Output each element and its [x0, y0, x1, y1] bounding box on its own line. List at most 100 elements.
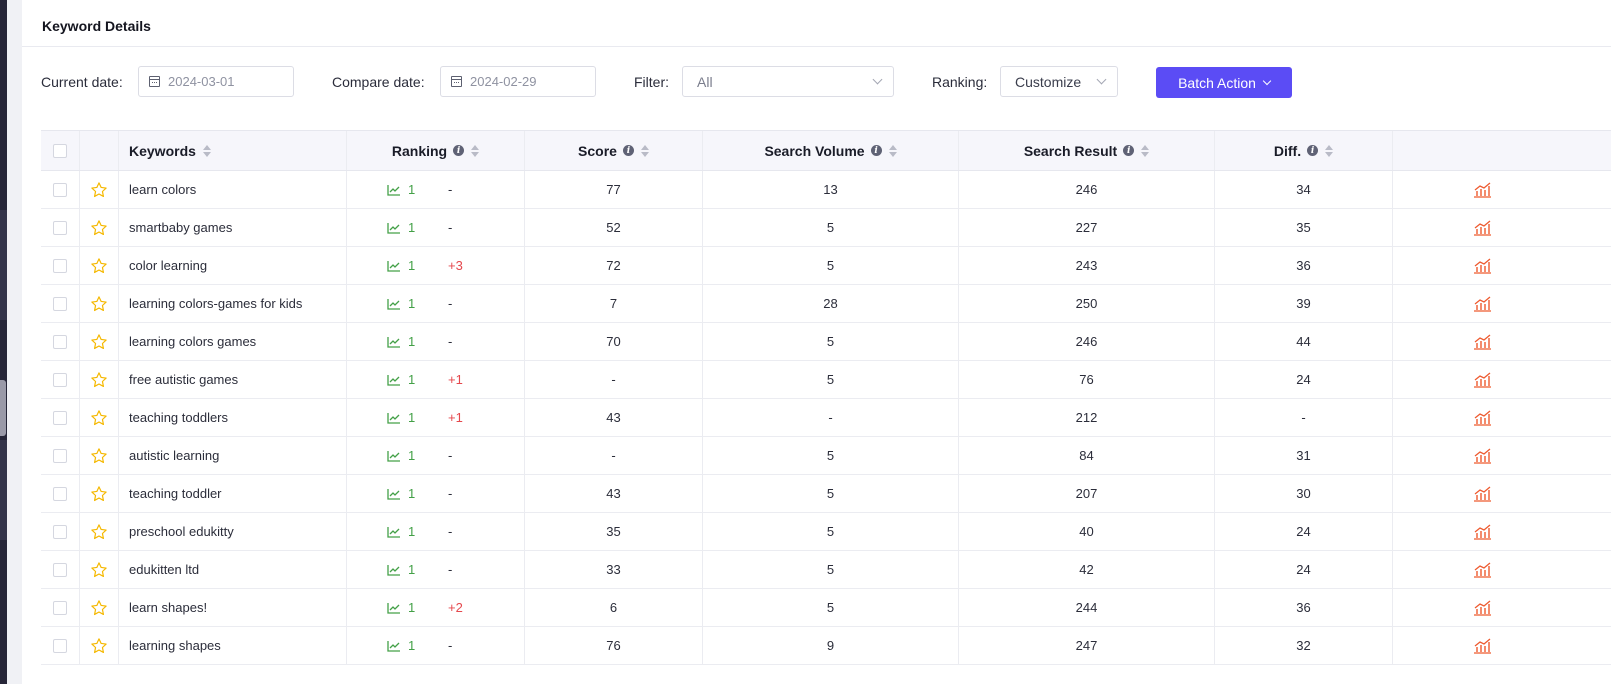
row-score: 6: [525, 589, 703, 626]
bar-line-chart-icon[interactable]: [1473, 371, 1492, 388]
current-date-picker[interactable]: [138, 66, 294, 97]
star-outline-icon[interactable]: [90, 637, 108, 655]
row-actions: [1393, 361, 1611, 398]
info-icon[interactable]: i: [870, 145, 882, 156]
info-icon[interactable]: i: [1307, 145, 1319, 156]
current-date-input[interactable]: [168, 74, 278, 89]
bar-line-chart-icon[interactable]: [1473, 561, 1492, 578]
bar-line-chart-icon[interactable]: [1473, 523, 1492, 540]
row-checkbox[interactable]: [53, 410, 67, 425]
row-favorite-cell: [80, 209, 119, 246]
bar-line-chart-icon[interactable]: [1473, 485, 1492, 502]
sort-icon[interactable]: [471, 144, 480, 157]
row-favorite-cell: [80, 589, 119, 626]
star-outline-icon[interactable]: [90, 485, 108, 503]
header-diff[interactable]: Diff. i: [1215, 131, 1393, 170]
filter-select[interactable]: All: [682, 66, 894, 97]
sort-icon[interactable]: [888, 144, 897, 157]
star-outline-icon[interactable]: [90, 447, 108, 465]
row-checkbox[interactable]: [53, 562, 67, 577]
header-ranking[interactable]: Ranking i: [347, 131, 525, 170]
trend-line-icon[interactable]: [387, 374, 401, 386]
trend-line-icon[interactable]: [387, 526, 401, 538]
row-ranking: 1 -: [347, 475, 525, 512]
ranking-select[interactable]: Customize: [1000, 66, 1118, 97]
row-search-volume: 28: [703, 285, 959, 322]
row-checkbox[interactable]: [53, 600, 67, 615]
rank-change: -: [448, 638, 453, 653]
header-search-result[interactable]: Search Result i: [959, 131, 1215, 170]
bar-line-chart-icon[interactable]: [1473, 637, 1492, 654]
row-checkbox[interactable]: [53, 524, 67, 539]
star-outline-icon[interactable]: [90, 181, 108, 199]
row-ranking: 1 -: [347, 551, 525, 588]
table-row: learn shapes! 1 +2 6 5 244 36: [41, 589, 1611, 627]
star-outline-icon[interactable]: [90, 219, 108, 237]
sort-icon[interactable]: [202, 144, 211, 157]
row-keyword: learning colors games: [119, 323, 347, 360]
trend-line-icon[interactable]: [387, 450, 401, 462]
sort-icon[interactable]: [640, 144, 649, 157]
trend-line-icon[interactable]: [387, 298, 401, 310]
row-actions: [1393, 475, 1611, 512]
info-icon[interactable]: i: [453, 145, 465, 156]
star-outline-icon[interactable]: [90, 257, 108, 275]
star-outline-icon[interactable]: [90, 371, 108, 389]
bar-line-chart-icon[interactable]: [1473, 257, 1492, 274]
star-outline-icon[interactable]: [90, 333, 108, 351]
row-checkbox[interactable]: [53, 182, 67, 197]
batch-action-button[interactable]: Batch Action: [1156, 67, 1292, 98]
info-icon[interactable]: i: [1123, 145, 1135, 156]
trend-line-icon[interactable]: [387, 564, 401, 576]
row-diff: 31: [1215, 437, 1393, 474]
row-checkbox[interactable]: [53, 372, 67, 387]
bar-line-chart-icon[interactable]: [1473, 219, 1492, 236]
keyword-details-panel: Keyword Details Current date: Compare da…: [22, 0, 1611, 684]
select-all-checkbox[interactable]: [53, 143, 67, 158]
sort-icon[interactable]: [1141, 144, 1150, 157]
trend-line-icon[interactable]: [387, 260, 401, 272]
trend-line-icon[interactable]: [387, 222, 401, 234]
star-outline-icon[interactable]: [90, 561, 108, 579]
bar-line-chart-icon[interactable]: [1473, 295, 1492, 312]
row-actions: [1393, 399, 1611, 436]
header-score[interactable]: Score i: [525, 131, 703, 170]
row-checkbox[interactable]: [53, 296, 67, 311]
compare-date-picker[interactable]: [440, 66, 596, 97]
row-select-cell: [41, 627, 80, 664]
header-keywords[interactable]: Keywords: [119, 131, 347, 170]
row-checkbox[interactable]: [53, 448, 67, 463]
sort-icon[interactable]: [1325, 144, 1334, 157]
bar-line-chart-icon[interactable]: [1473, 181, 1492, 198]
star-outline-icon[interactable]: [90, 295, 108, 313]
sidebar-collapse-handle[interactable]: [0, 380, 6, 436]
ranking-selected-value: Customize: [1015, 73, 1082, 90]
header-actions: [1393, 131, 1611, 170]
row-checkbox[interactable]: [53, 258, 67, 273]
trend-line-icon[interactable]: [387, 184, 401, 196]
trend-line-icon[interactable]: [387, 640, 401, 652]
table-row: edukitten ltd 1 - 33 5 42 24: [41, 551, 1611, 589]
row-checkbox[interactable]: [53, 638, 67, 653]
compare-date-input[interactable]: [470, 74, 580, 89]
row-search-volume: 5: [703, 361, 959, 398]
row-checkbox[interactable]: [53, 220, 67, 235]
trend-line-icon[interactable]: [387, 336, 401, 348]
row-diff: 24: [1215, 551, 1393, 588]
bar-line-chart-icon[interactable]: [1473, 333, 1492, 350]
bar-line-chart-icon[interactable]: [1473, 409, 1492, 426]
info-icon[interactable]: i: [622, 145, 634, 156]
trend-line-icon[interactable]: [387, 602, 401, 614]
header-search-volume[interactable]: Search Volume i: [703, 131, 959, 170]
bar-line-chart-icon[interactable]: [1473, 447, 1492, 464]
trend-line-icon[interactable]: [387, 488, 401, 500]
bar-line-chart-icon[interactable]: [1473, 599, 1492, 616]
row-actions: [1393, 589, 1611, 626]
row-score: 77: [525, 171, 703, 208]
star-outline-icon[interactable]: [90, 409, 108, 427]
row-checkbox[interactable]: [53, 334, 67, 349]
star-outline-icon[interactable]: [90, 523, 108, 541]
row-checkbox[interactable]: [53, 486, 67, 501]
star-outline-icon[interactable]: [90, 599, 108, 617]
trend-line-icon[interactable]: [387, 412, 401, 424]
